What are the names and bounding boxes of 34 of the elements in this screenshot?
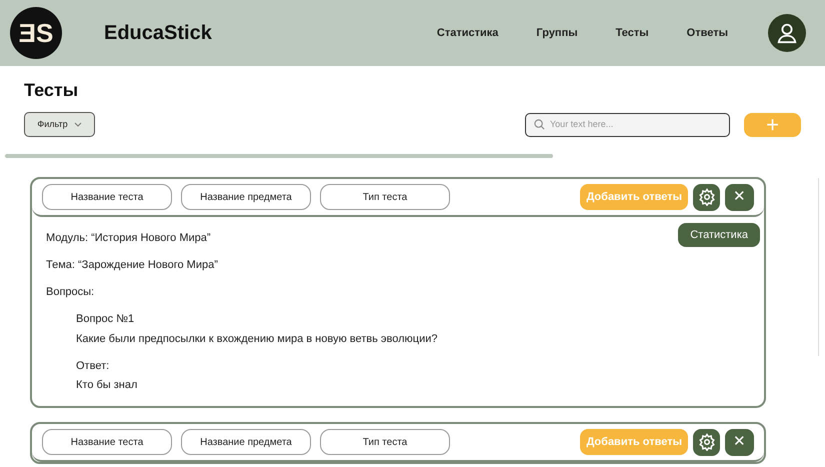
- close-button[interactable]: ✕: [725, 428, 754, 456]
- nav-link[interactable]: Группы: [536, 24, 578, 42]
- chevron-down-icon: [74, 122, 82, 128]
- settings-button[interactable]: [693, 428, 720, 456]
- search-field[interactable]: Your text here...: [525, 112, 730, 136]
- tag-button[interactable]: Тип теста: [320, 184, 450, 210]
- close-button[interactable]: ✕: [725, 184, 754, 210]
- info-text: Тема: “Зарождение Нового Мира”: [46, 258, 218, 272]
- statistics-button[interactable]: Статистика: [678, 223, 760, 247]
- tag-button[interactable]: Название предмета: [181, 184, 311, 210]
- tag-button[interactable]: Название теста: [42, 184, 172, 210]
- nav-link[interactable]: Ответы: [686, 24, 728, 42]
- user-icon: [776, 22, 798, 44]
- search-input[interactable]: Your text here...: [550, 118, 721, 132]
- filter-button[interactable]: Фильтр: [24, 112, 95, 137]
- settings-icon: [698, 188, 716, 206]
- question-text: Какие были предпосылки к вхождению мира в новую ветвь эволюции?: [76, 332, 438, 346]
- settings-button[interactable]: [693, 184, 720, 210]
- tag-button[interactable]: Название теста: [42, 429, 172, 455]
- answer-label: Ответ:: [76, 359, 110, 373]
- brand-name: EducaStick: [104, 21, 212, 46]
- nav-link[interactable]: Тесты: [616, 24, 649, 42]
- page-title: Тесты: [24, 79, 80, 102]
- info-text: Вопросы:: [46, 285, 94, 299]
- answer-text: Кто бы знал: [76, 378, 138, 392]
- info-text: Модуль: “История Нового Мира”: [46, 231, 211, 245]
- settings-icon: [698, 433, 716, 451]
- search-icon: [534, 119, 545, 130]
- question-title: Вопрос №1: [76, 312, 134, 326]
- tag-button[interactable]: Тип теста: [320, 429, 450, 455]
- nav-link[interactable]: Статистика: [436, 24, 498, 42]
- avatar[interactable]: [768, 14, 806, 52]
- logo: ƎS: [10, 7, 62, 59]
- tag-button[interactable]: Название предмета: [181, 429, 311, 455]
